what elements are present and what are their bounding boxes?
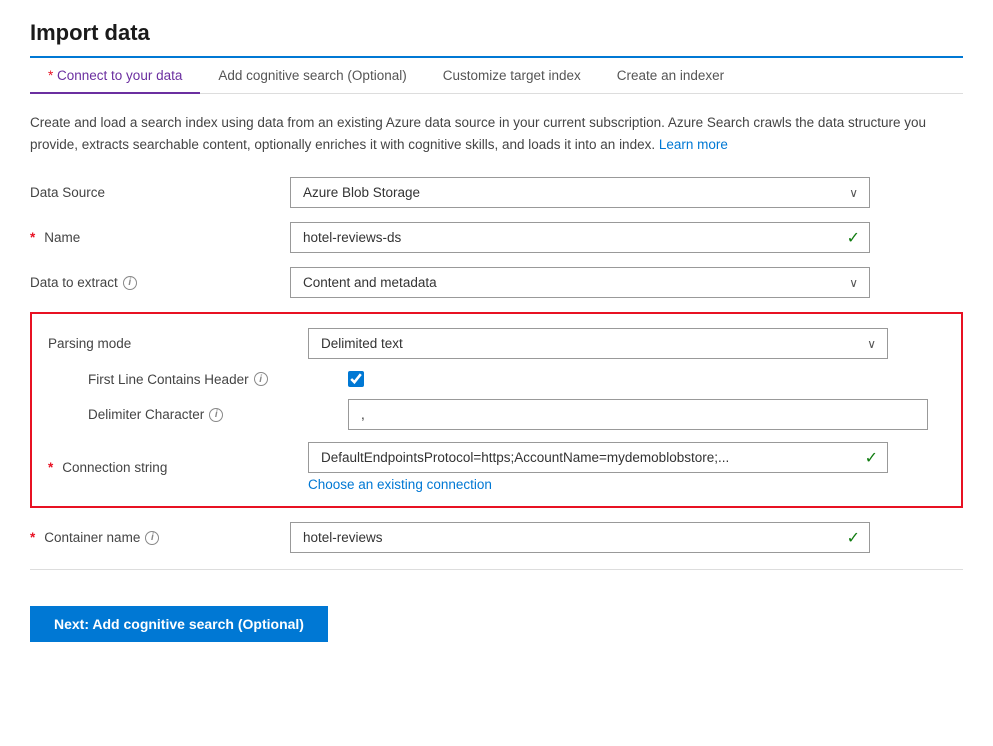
container-name-row: * Container name i ✓ [30, 522, 963, 553]
container-info-icon: i [145, 531, 159, 545]
data-extract-info-icon: i [123, 276, 137, 290]
first-line-checkbox-wrapper [348, 371, 928, 387]
tab-connect[interactable]: Connect to your data [30, 58, 200, 93]
connection-string-control: ✓ Choose an existing connection [308, 442, 888, 492]
data-source-label: Data Source [30, 185, 290, 200]
name-row: * Name ✓ [30, 222, 963, 253]
delimiter-control [348, 399, 928, 430]
data-source-row: Data Source Azure Blob Storage Azure SQL… [30, 177, 963, 208]
footer-divider [30, 569, 963, 570]
parsing-mode-select-wrapper: Delimited text Default JSON JSON array J… [308, 328, 888, 359]
delimiter-row: Delimiter Character i [48, 399, 945, 430]
parsing-mode-label: Parsing mode [48, 336, 308, 351]
tab-customize[interactable]: Customize target index [425, 58, 599, 93]
data-source-select-wrapper: Azure Blob Storage Azure SQL Database Az… [290, 177, 870, 208]
delimiter-label: Delimiter Character i [88, 407, 348, 422]
name-label: * Name [30, 230, 290, 245]
parsing-mode-select[interactable]: Delimited text Default JSON JSON array J… [308, 328, 888, 359]
connection-string-wrapper: ✓ [308, 442, 888, 473]
first-line-info-icon: i [254, 372, 268, 386]
container-name-input[interactable] [290, 522, 870, 553]
next-button[interactable]: Next: Add cognitive search (Optional) [30, 606, 328, 642]
page-title: Import data [30, 20, 963, 46]
first-line-checkbox[interactable] [348, 371, 364, 387]
delimiter-input[interactable] [348, 399, 928, 430]
tab-cognitive[interactable]: Add cognitive search (Optional) [200, 58, 424, 93]
data-source-control: Azure Blob Storage Azure SQL Database Az… [290, 177, 870, 208]
highlighted-section: Parsing mode Delimited text Default JSON… [30, 312, 963, 508]
connection-required-star: * [48, 460, 53, 475]
name-input-wrapper: ✓ [290, 222, 870, 253]
container-name-control: ✓ [290, 522, 870, 553]
data-extract-label: Data to extract i [30, 275, 290, 290]
parsing-mode-control: Delimited text Default JSON JSON array J… [308, 328, 888, 359]
data-extract-row: Data to extract i Content and metadata S… [30, 267, 963, 298]
data-extract-control: Content and metadata Storage metadata Al… [290, 267, 870, 298]
parsing-mode-row: Parsing mode Delimited text Default JSON… [48, 328, 945, 359]
container-required-star: * [30, 530, 35, 545]
container-valid-icon: ✓ [847, 528, 860, 548]
connection-string-label: * Connection string [48, 460, 308, 475]
name-control: ✓ [290, 222, 870, 253]
name-required-star: * [30, 230, 35, 245]
first-line-header-control [348, 371, 928, 387]
tab-bar: Connect to your data Add cognitive searc… [30, 58, 963, 94]
connection-string-input[interactable] [308, 442, 888, 473]
description-text: Create and load a search index using dat… [30, 112, 963, 155]
data-extract-select[interactable]: Content and metadata Storage metadata Al… [290, 267, 870, 298]
connection-string-row: * Connection string ✓ Choose an existing… [48, 442, 945, 492]
name-input[interactable] [290, 222, 870, 253]
form-section: Data Source Azure Blob Storage Azure SQL… [30, 177, 963, 553]
delimiter-info-icon: i [209, 408, 223, 422]
name-valid-icon: ✓ [847, 228, 860, 248]
data-extract-select-wrapper: Content and metadata Storage metadata Al… [290, 267, 870, 298]
container-name-input-wrapper: ✓ [290, 522, 870, 553]
first-line-header-label: First Line Contains Header i [88, 372, 348, 387]
container-name-label: * Container name i [30, 530, 290, 545]
tab-indexer[interactable]: Create an indexer [599, 58, 742, 93]
data-source-select[interactable]: Azure Blob Storage Azure SQL Database Az… [290, 177, 870, 208]
first-line-header-row: First Line Contains Header i [48, 371, 945, 387]
learn-more-link[interactable]: Learn more [659, 137, 728, 152]
connection-valid-icon: ✓ [865, 448, 878, 468]
choose-connection-link[interactable]: Choose an existing connection [308, 477, 888, 492]
